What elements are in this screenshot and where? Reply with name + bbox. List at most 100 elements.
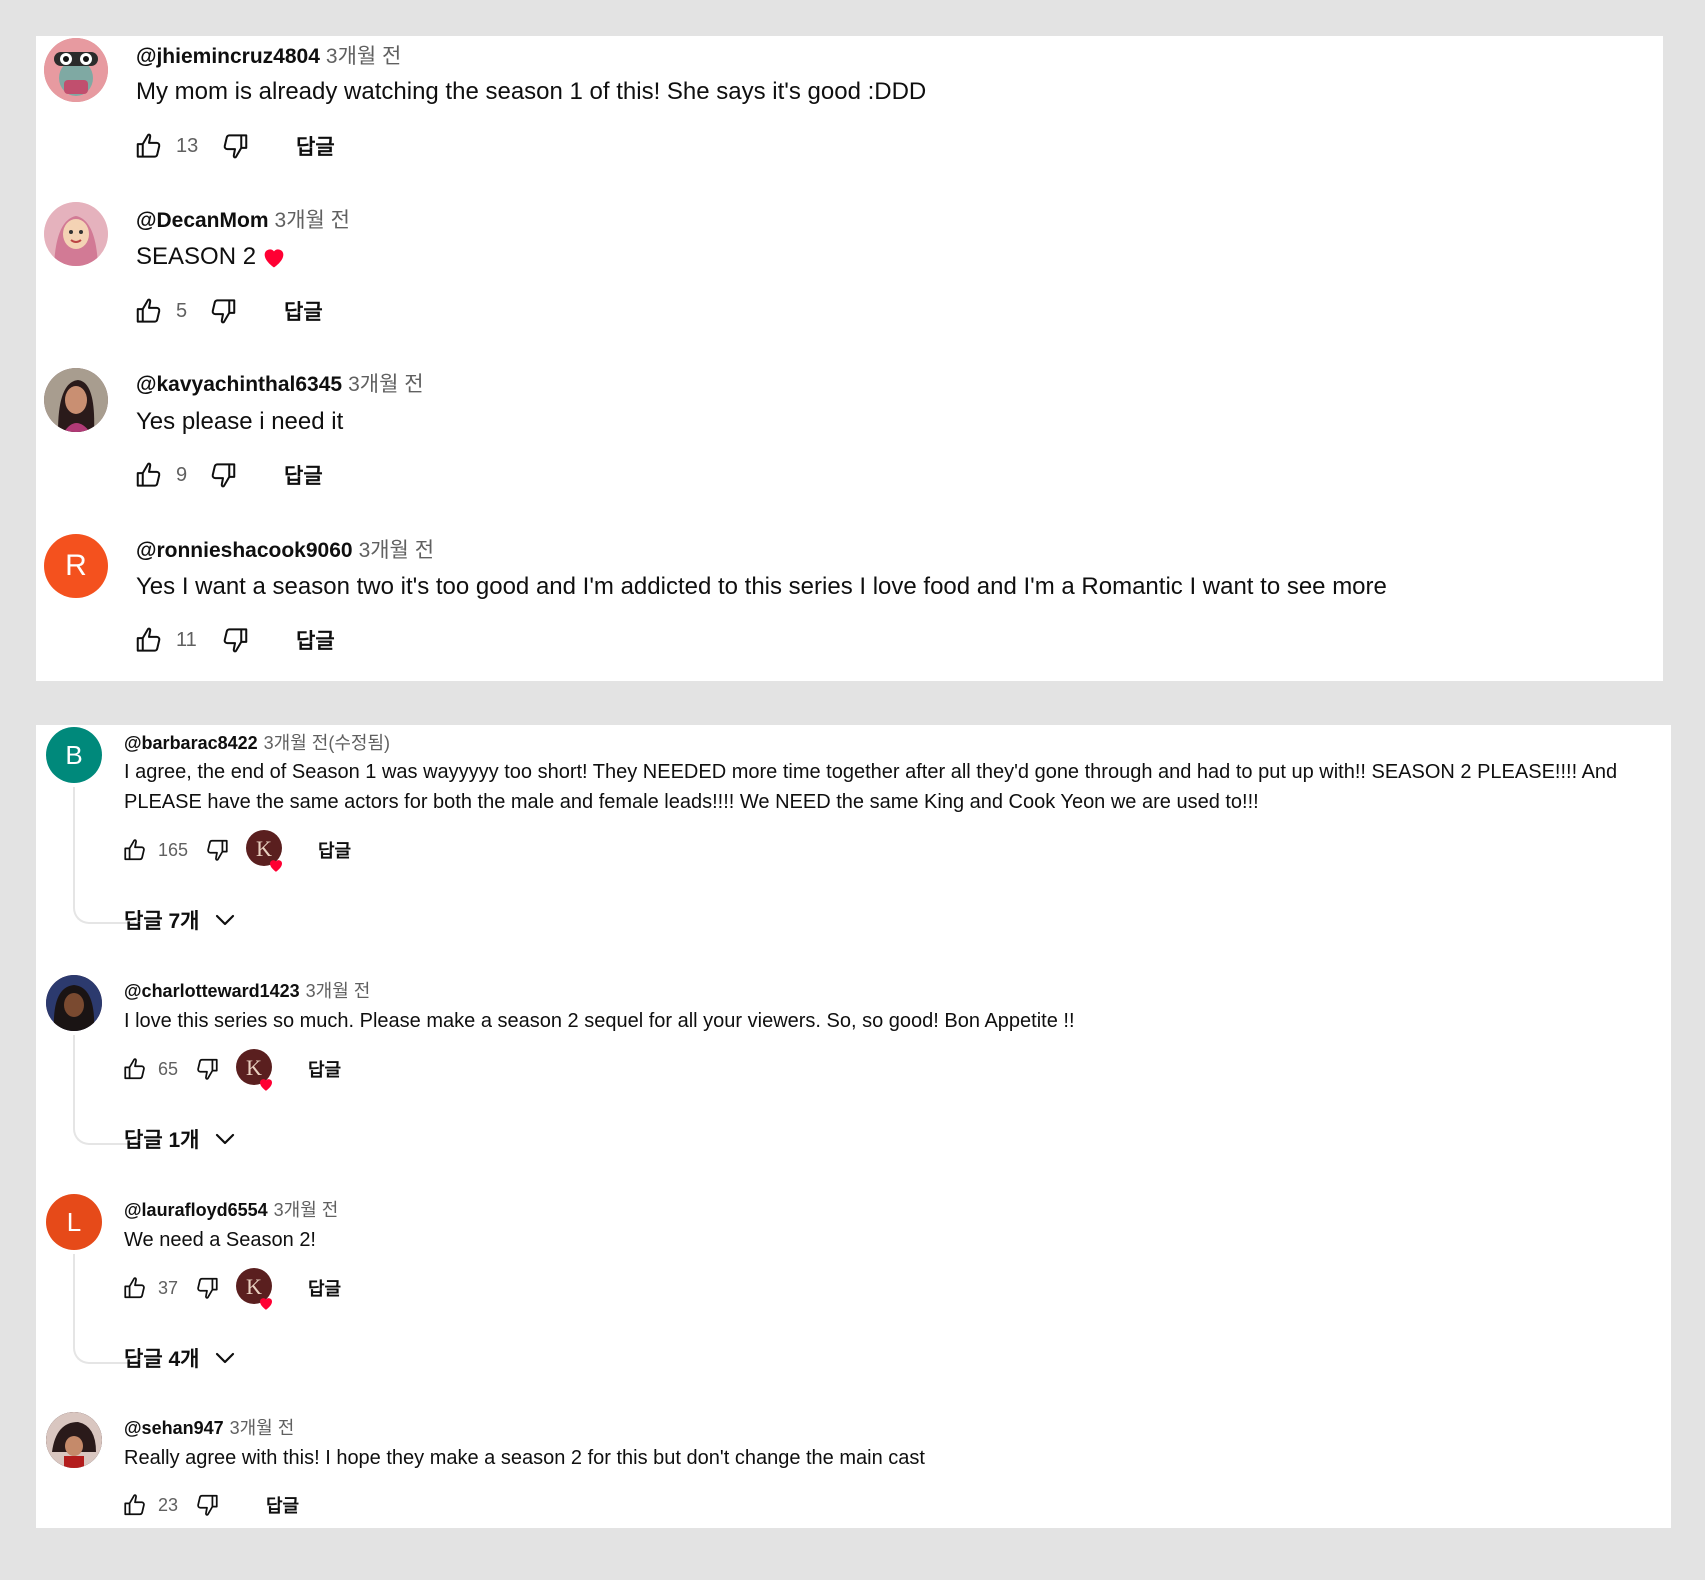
dislike-button[interactable] <box>208 296 238 326</box>
replies-count-label: 답글 4개 <box>124 1348 200 1371</box>
like-count: 165 <box>158 839 189 860</box>
comment-author[interactable]: @charlotteward1423 <box>124 981 300 1001</box>
comment-actions: 5 답글 <box>134 294 323 328</box>
heart-icon <box>257 1075 275 1093</box>
avatar[interactable]: R <box>44 534 108 598</box>
comment-time[interactable]: 3개월 전 <box>326 45 401 68</box>
view-replies-button[interactable]: 답글 1개 <box>124 1124 237 1154</box>
comment-time[interactable]: 3개월 전 <box>275 209 350 232</box>
chevron-down-icon <box>213 908 237 932</box>
avatar-photo-image <box>44 368 108 432</box>
view-replies-button[interactable]: 답글 4개 <box>124 1343 237 1373</box>
view-replies-button[interactable]: 답글 7개 <box>124 905 237 935</box>
creator-heart-badge: K <box>236 1267 275 1312</box>
comment-author[interactable]: @laurafloyd6554 <box>124 1200 268 1220</box>
comment-time[interactable]: 3개월 전 <box>230 1418 295 1438</box>
reply-button[interactable]: 답글 <box>296 625 335 655</box>
dislike-button[interactable] <box>208 460 238 490</box>
comments-panel-bottom: B @barbarac8422 3개월 전(수정됨) I agree, the e… <box>36 725 1671 1528</box>
reply-button[interactable]: 답글 <box>266 1492 299 1518</box>
avatar-initial: L <box>66 1206 82 1237</box>
avatar[interactable]: L <box>46 1194 102 1250</box>
comment-author[interactable]: @kavyachinthal6345 <box>136 373 342 396</box>
avatar[interactable] <box>44 38 108 102</box>
like-count: 23 <box>158 1494 179 1515</box>
dislike-button[interactable] <box>194 1275 220 1301</box>
thumb-up-icon <box>122 1275 148 1301</box>
avatar-owl-image <box>44 38 108 102</box>
comment-author[interactable]: @barbarac8422 <box>124 733 258 753</box>
like-button[interactable] <box>122 1056 148 1082</box>
thumb-up-icon <box>134 296 164 326</box>
like-count: 13 <box>176 134 199 157</box>
thumb-down-icon <box>194 1275 220 1301</box>
dislike-button[interactable] <box>194 1492 220 1518</box>
comment-author[interactable]: @jhiemincruz4804 <box>136 45 320 68</box>
comment-actions: 65 K 답글 <box>122 1048 341 1086</box>
comment-actions: 165 K 답글 <box>122 829 351 867</box>
comment-author[interactable]: @DecanMom <box>136 209 269 232</box>
like-button[interactable] <box>134 131 164 161</box>
comment-header: @kavyachinthal6345 3개월 전 <box>136 368 424 398</box>
comment-actions: 9 답글 <box>134 458 323 492</box>
creator-heart-badge: K <box>246 829 282 871</box>
like-count: 65 <box>158 1058 179 1079</box>
comment-actions: 37 K 답글 <box>122 1267 341 1305</box>
red-heart-emoji-icon <box>260 243 288 271</box>
like-button[interactable] <box>122 837 148 863</box>
like-button[interactable] <box>134 625 164 655</box>
comment-header: @DecanMom 3개월 전 <box>136 204 350 234</box>
comment-time[interactable]: 3개월 전 <box>359 539 434 562</box>
thumb-down-icon <box>194 1492 220 1518</box>
dislike-button[interactable] <box>194 1056 220 1082</box>
avatar-photo-image <box>46 975 102 1031</box>
comment-text: Yes please i need it <box>136 408 344 435</box>
comment-header: @barbarac8422 3개월 전(수정됨) <box>124 729 390 755</box>
comment-time[interactable]: 3개월 전 <box>274 1200 339 1220</box>
reply-button[interactable]: 답글 <box>318 837 351 863</box>
thumb-up-icon <box>134 460 164 490</box>
dislike-button[interactable] <box>220 625 250 655</box>
like-button[interactable] <box>122 1275 148 1301</box>
avatar[interactable] <box>46 975 102 1031</box>
comment-text: SEASON 2 <box>136 243 257 270</box>
comment-text: Yes I want a season two it's too good an… <box>136 573 1387 600</box>
thumb-up-icon <box>122 1492 148 1518</box>
replies-count-label: 답글 7개 <box>124 910 200 933</box>
avatar[interactable]: B <box>46 727 102 783</box>
thumb-down-icon <box>220 625 250 655</box>
comment-text: I love this series so much. Please make … <box>124 1010 1075 1032</box>
comment-time[interactable]: 3개월 전 <box>348 373 423 396</box>
comment-author[interactable]: @sehan947 <box>124 1418 224 1438</box>
dislike-button[interactable] <box>220 131 250 161</box>
comment-header: @charlotteward1423 3개월 전 <box>124 977 370 1003</box>
reply-button[interactable]: 답글 <box>284 296 323 326</box>
comment-header: @jhiemincruz4804 3개월 전 <box>136 40 401 70</box>
comment-time[interactable]: 3개월 전 <box>306 981 371 1001</box>
comment-time[interactable]: 3개월 전(수정됨) <box>264 733 390 753</box>
like-button[interactable] <box>122 1492 148 1518</box>
comment-header: @laurafloyd6554 3개월 전 <box>124 1196 338 1222</box>
avatar[interactable] <box>46 1412 102 1468</box>
like-button[interactable] <box>134 460 164 490</box>
dislike-button[interactable] <box>204 837 230 863</box>
reply-button[interactable]: 답글 <box>296 131 335 161</box>
comments-panel-top: @jhiemincruz4804 3개월 전 My mom is already … <box>36 36 1663 681</box>
avatar[interactable] <box>44 202 108 266</box>
comment-author[interactable]: @ronnieshacook9060 <box>136 539 353 562</box>
avatar[interactable] <box>44 368 108 432</box>
heart-icon <box>257 1294 275 1312</box>
reply-button[interactable]: 답글 <box>308 1275 341 1301</box>
thumb-up-icon <box>122 837 148 863</box>
comment-text-row: SEASON 2 <box>136 243 288 271</box>
comment-text: My mom is already watching the season 1 … <box>136 78 927 105</box>
thumb-down-icon <box>194 1056 220 1082</box>
comment-actions: 23 답글 <box>122 1488 299 1522</box>
reply-button[interactable]: 답글 <box>284 460 323 490</box>
thumb-up-icon <box>134 625 164 655</box>
like-count: 11 <box>176 628 197 651</box>
reply-button[interactable]: 답글 <box>308 1056 341 1082</box>
like-button[interactable] <box>134 296 164 326</box>
thumb-up-icon <box>122 1056 148 1082</box>
comment-text: I agree, the end of Season 1 was wayyyyy… <box>124 761 1618 813</box>
